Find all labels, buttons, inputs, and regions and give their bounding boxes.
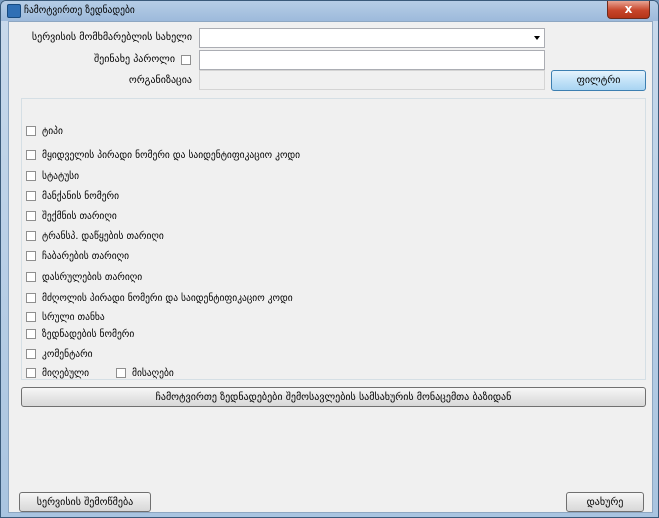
organization-input <box>199 70 545 90</box>
column-checkbox-waybill-number[interactable] <box>26 329 36 339</box>
column-label-full-amount: სრული თანხა <box>42 312 105 323</box>
service-user-label: სერვისის მომხმარებლის სახელი <box>31 32 192 43</box>
save-password-checkbox[interactable] <box>181 55 191 65</box>
column-checkbox-to-receive[interactable] <box>116 368 126 378</box>
column-label-close-date: დასრულების თარიღი <box>42 272 143 283</box>
column-label-delivery-date: ჩაბარების თარიღი <box>42 251 130 262</box>
column-checkbox-close-date[interactable] <box>26 272 36 282</box>
column-label-waybill-number: ზედნადების ნომერი <box>42 329 135 340</box>
column-label-to-receive: მისაღები <box>132 368 174 379</box>
column-checkbox-delivery-date[interactable] <box>26 251 36 261</box>
title-bar[interactable]: ჩამოტვირთე ზედნადები x <box>1 1 658 21</box>
column-checkbox-full-amount[interactable] <box>26 312 36 322</box>
column-label-status: სტატუსი <box>42 171 80 182</box>
password-input[interactable] <box>199 50 545 70</box>
column-checkbox-status[interactable] <box>26 171 36 181</box>
window-title: ჩამოტვირთე ზედნადები <box>24 5 135 16</box>
window-close-button[interactable]: x <box>607 1 650 19</box>
save-password-label: შეინახე პაროლი <box>93 54 175 65</box>
column-label-create-date: შექმნის თარიღი <box>42 211 117 222</box>
column-label-transport-start-date: ტრანსპ. დაწყების თარიღი <box>42 231 164 242</box>
column-label-driver-id: მძღოლის პირადი ნომერი და საიდენტიფიკაციო… <box>42 293 293 304</box>
column-checkbox-car-number[interactable] <box>26 191 36 201</box>
column-label-buyer-id: მყიდველის პირადი ნომერი და საიდენტიფიკაც… <box>42 150 301 161</box>
service-user-combobox[interactable] <box>199 28 545 48</box>
dialog-client-area: სერვისის მომხმარებლის სახელი შეინახე პარ… <box>8 21 653 513</box>
check-service-button[interactable]: სერვისის შემოწმება <box>19 492 151 512</box>
column-checkbox-type[interactable] <box>26 126 36 136</box>
filter-button[interactable]: ფილტრი <box>551 70 646 91</box>
columns-group: ტიპი მყიდველის პირადი ნომერი და საიდენტი… <box>21 98 646 380</box>
column-label-comment: კომენტარი <box>42 349 93 360</box>
column-label-car-number: მანქანის ნომერი <box>42 191 120 202</box>
column-checkbox-transport-start-date[interactable] <box>26 231 36 241</box>
column-checkbox-driver-id[interactable] <box>26 293 36 303</box>
column-checkbox-create-date[interactable] <box>26 211 36 221</box>
organization-label: ორგანიზაცია <box>128 75 192 86</box>
column-checkbox-received[interactable] <box>26 368 36 378</box>
column-label-type: ტიპი <box>42 126 63 137</box>
download-waybills-window: ჩამოტვირთე ზედნადები x სერვისის მომხმარე… <box>0 0 659 518</box>
column-checkbox-comment[interactable] <box>26 349 36 359</box>
app-icon <box>7 4 21 18</box>
chevron-down-icon[interactable] <box>534 36 540 40</box>
column-checkbox-buyer-id[interactable] <box>26 150 36 160</box>
download-waybills-button[interactable]: ჩამოტვირთე ზედნადებები შემოსავლების სამს… <box>21 387 646 407</box>
close-button[interactable]: დახურე <box>566 492 644 512</box>
column-label-received: მიღებული <box>42 368 90 379</box>
